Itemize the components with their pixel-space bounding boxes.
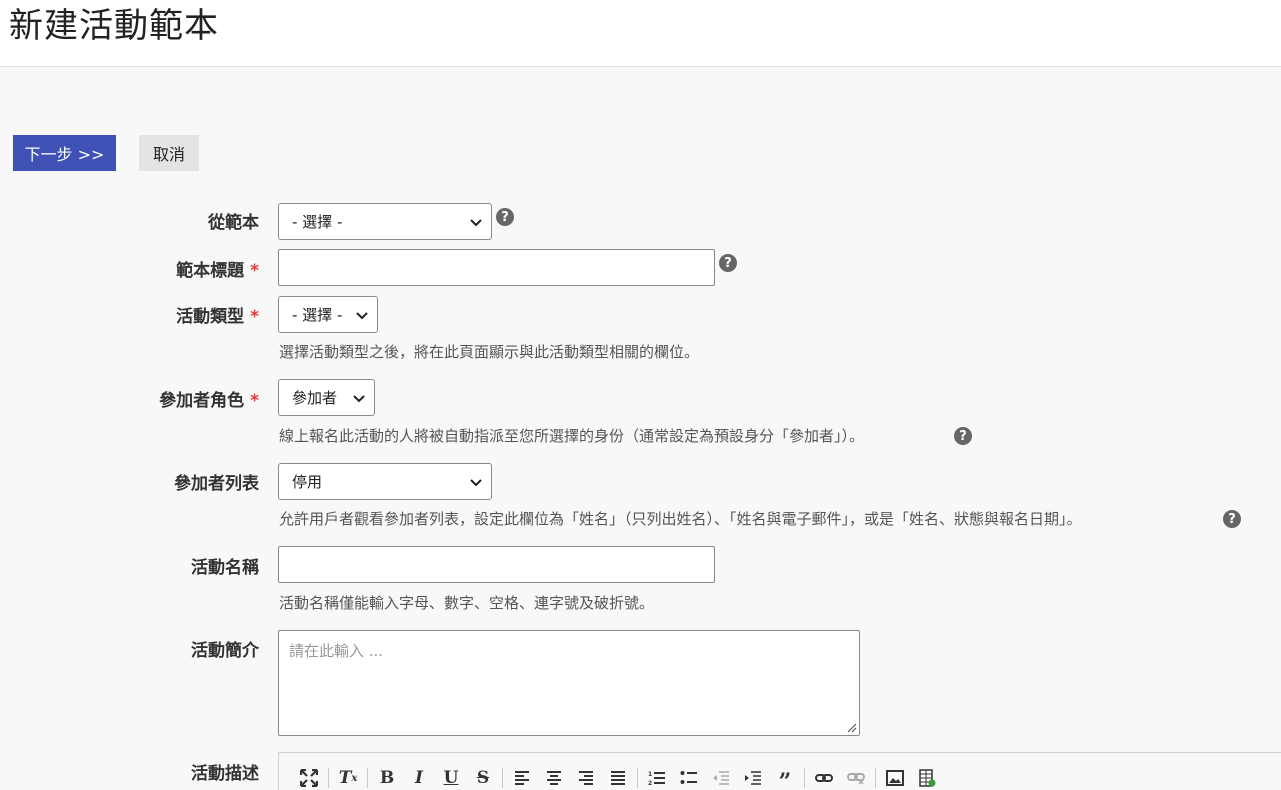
participant-role-help-icon[interactable]: ? [954, 427, 972, 445]
from-template-label: 從範本 [208, 213, 259, 233]
resize-handle-icon[interactable] [845, 721, 857, 733]
chevron-down-icon [353, 395, 365, 403]
bulleted-list-icon[interactable] [678, 767, 700, 789]
participant-role-label: 參加者角色 * [159, 391, 259, 411]
participant-list-value: 停用 [292, 473, 323, 491]
event-type-select[interactable]: - 選擇 - [278, 296, 378, 333]
indent-icon[interactable] [742, 767, 764, 789]
participant-role-value: 參加者 [292, 389, 338, 407]
italic-icon[interactable]: I [408, 767, 430, 789]
from-template-select[interactable]: - 選擇 - [278, 203, 492, 240]
link-icon[interactable] [813, 767, 835, 789]
participant-list-help-text: 允許用戶者觀看參加者列表，設定此欄位為「姓名」（只列出姓名）、「姓名與電子郵件」… [279, 510, 1082, 528]
toolbar-separator [367, 768, 368, 788]
table-image-icon[interactable] [916, 767, 938, 789]
event-type-label: 活動類型 * [176, 307, 259, 327]
toolbar-separator [637, 768, 638, 788]
remove-format-icon[interactable]: Tx [337, 767, 359, 789]
editor-toolbar: Tx B I U S 12 ” [293, 767, 943, 790]
rich-text-editor: Tx B I U S 12 ” [278, 752, 1281, 790]
event-type-help-text: 選擇活動類型之後，將在此頁面顯示與此活動類型相關的欄位。 [279, 343, 700, 361]
chevron-down-icon [470, 479, 482, 487]
toolbar-separator [502, 768, 503, 788]
participant-list-select[interactable]: 停用 [278, 463, 492, 500]
chevron-down-icon [470, 219, 482, 227]
event-name-help-text: 活動名稱僅能輸入字母、數字、空格、連字號及破折號。 [279, 594, 655, 612]
strikethrough-icon[interactable]: S [472, 767, 494, 789]
align-right-icon[interactable] [575, 767, 597, 789]
align-center-icon[interactable] [543, 767, 565, 789]
bold-icon[interactable]: B [376, 767, 398, 789]
participant-list-help-icon[interactable]: ? [1223, 510, 1241, 528]
blockquote-icon[interactable]: ” [774, 767, 796, 790]
numbered-list-icon[interactable]: 12 [646, 767, 668, 789]
template-title-input[interactable] [278, 249, 715, 286]
cancel-button[interactable]: 取消 [139, 135, 199, 171]
toolbar-separator [328, 768, 329, 788]
svg-text:1: 1 [648, 771, 652, 778]
participant-role-help-text: 線上報名此活動的人將被自動指派至您所選擇的身份（通常設定為預設身分「參加者」）。 [279, 427, 865, 445]
image-icon[interactable] [884, 767, 906, 789]
from-template-help-icon[interactable]: ? [496, 208, 514, 226]
participant-list-label: 參加者列表 [174, 474, 259, 494]
required-mark: * [250, 391, 259, 411]
from-template-value: - 選擇 - [292, 213, 343, 231]
event-description-label: 活動描述 [191, 764, 259, 784]
participant-role-select[interactable]: 參加者 [278, 379, 375, 416]
unlink-icon[interactable] [845, 767, 867, 789]
event-type-value: - 選擇 - [292, 306, 343, 324]
next-step-button[interactable]: 下一步 >> [13, 135, 116, 171]
align-left-icon[interactable] [511, 767, 533, 789]
page-title: 新建活動範本 [9, 6, 219, 46]
maximize-icon[interactable] [298, 767, 320, 789]
toolbar-separator [875, 768, 876, 788]
page-header: 新建活動範本 [0, 0, 1281, 67]
template-title-label: 範本標題 * [176, 261, 259, 281]
underline-icon[interactable]: U [440, 767, 462, 789]
toolbar-separator [804, 768, 805, 788]
template-title-help-icon[interactable]: ? [719, 254, 737, 272]
chevron-down-icon [356, 312, 368, 320]
event-summary-textarea[interactable]: 請在此輸入 ... [278, 630, 860, 736]
align-justify-icon[interactable] [607, 767, 629, 789]
event-name-input[interactable] [278, 546, 715, 583]
svg-text:2: 2 [648, 780, 652, 786]
event-summary-label: 活動簡介 [191, 641, 259, 661]
event-name-label: 活動名稱 [191, 558, 259, 578]
required-mark: * [250, 261, 259, 281]
outdent-icon[interactable] [710, 767, 732, 789]
required-mark: * [250, 307, 259, 327]
event-summary-placeholder: 請在此輸入 ... [289, 642, 384, 660]
